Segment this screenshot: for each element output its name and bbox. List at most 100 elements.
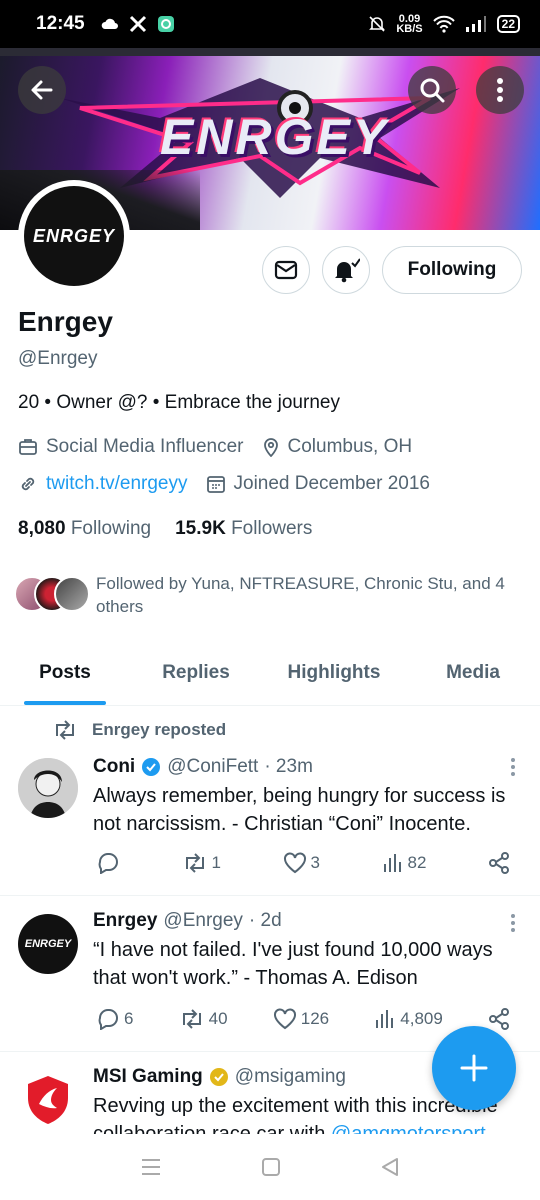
repost-indicator: Enrgey reposted	[52, 720, 226, 740]
share-button[interactable]	[488, 852, 510, 874]
msi-shield-logo-icon	[28, 1076, 68, 1124]
profile-bio: 20 • Owner @? • Embrace the journey	[18, 392, 340, 413]
calendar-icon	[206, 476, 225, 493]
share-button[interactable]	[488, 1008, 510, 1030]
wifi-icon	[432, 15, 455, 33]
post-author-handle: @ConiFett	[167, 756, 259, 777]
followed-by-text: Followed by Yuna, NFTREASURE, Chronic St…	[96, 574, 505, 616]
post-text: “I have not failed. I've just found 10,0…	[93, 939, 493, 989]
post-actions: 1 3 82	[96, 852, 510, 874]
back-nav-icon[interactable]	[380, 1157, 400, 1177]
back-button[interactable]	[18, 66, 66, 114]
follower-avatar	[54, 576, 90, 612]
followers-count-link[interactable]: 15.9K Followers	[175, 518, 312, 540]
verified-badge-icon	[142, 758, 161, 776]
share-icon	[488, 852, 509, 874]
bell-check-icon	[335, 258, 360, 283]
post-author-name[interactable]: Coni	[93, 756, 135, 778]
repost-button[interactable]: 40	[179, 1009, 228, 1029]
message-button[interactable]	[262, 246, 310, 294]
post-more-button[interactable]	[510, 914, 516, 932]
recent-apps-icon[interactable]	[140, 1158, 162, 1176]
tab-media[interactable]: Media	[406, 640, 540, 705]
link-icon	[21, 477, 35, 491]
post-author-name[interactable]: Enrgey	[93, 910, 157, 932]
search-button[interactable]	[408, 66, 456, 114]
banner-logo-text: ENRGEY	[160, 109, 390, 165]
followed-by-avatars	[14, 572, 90, 612]
system-navigation-bar	[0, 1134, 540, 1200]
more-vertical-icon	[497, 78, 503, 102]
post-time: · 2d	[248, 910, 282, 931]
post-header: Enrgey @Enrgey · 2d	[93, 910, 282, 932]
repost-icon	[56, 720, 74, 740]
followed-by-row[interactable]: Followed by Yuna, NFTREASURE, Chronic St…	[14, 572, 524, 618]
like-count: 126	[300, 1009, 330, 1028]
cloud-icon	[101, 18, 118, 29]
profile-meta-row-1: Social Media Influencer Columbus, OH	[18, 436, 412, 458]
post-time: · 23m	[264, 756, 313, 777]
signal-icon	[465, 16, 486, 32]
profile-tabs: Posts Replies Highlights Media	[0, 640, 540, 706]
reply-count: 6	[124, 1009, 134, 1028]
view-count: 4,809	[400, 1009, 443, 1028]
reply-button[interactable]	[96, 852, 120, 874]
status-bar: 12:45 0.09 KB/S 22	[0, 0, 540, 48]
more-options-button[interactable]	[476, 66, 524, 114]
gold-verified-badge-icon	[209, 1068, 228, 1086]
network-speed: 0.09 KB/S	[396, 13, 423, 35]
post-header: Coni @ConiFett · 23m	[93, 756, 313, 778]
search-icon	[420, 78, 445, 103]
post-author-handle: @msigaming	[234, 1066, 346, 1087]
repost-button[interactable]: 1	[182, 853, 221, 873]
views-button[interactable]: 82	[382, 852, 427, 874]
x-logo-icon	[129, 15, 146, 33]
profile-location: Columbus, OH	[287, 436, 413, 457]
reply-icon	[98, 853, 118, 874]
post-more-button[interactable]	[510, 758, 516, 776]
post-author-avatar[interactable]: ENRGEY	[18, 914, 78, 974]
profile-avatar[interactable]: ENRGEY	[18, 180, 130, 292]
following-button[interactable]: Following	[382, 246, 522, 294]
profile-joined-date: Joined December 2016	[233, 473, 430, 494]
notifications-button[interactable]	[322, 246, 370, 294]
repost-icon	[182, 1009, 201, 1029]
post-item[interactable]: Enrgey reposted Coni @ConiFett · 23m Alw…	[0, 706, 540, 896]
post-author-handle: @Enrgey	[163, 910, 243, 931]
compose-post-button[interactable]	[432, 1026, 516, 1110]
mention-link[interactable]: @amgmotorsport	[331, 1123, 486, 1134]
repost-count: 1	[211, 853, 221, 872]
mute-bell-icon	[369, 16, 386, 32]
profile-name: Enrgey	[18, 306, 113, 337]
tab-replies[interactable]: Replies	[130, 640, 262, 705]
tab-posts[interactable]: Posts	[0, 640, 130, 705]
like-button[interactable]: 3	[283, 852, 320, 874]
profile-meta-row-2: twitch.tv/enrgeyy Joined December 2016	[18, 473, 430, 495]
like-button[interactable]: 126	[273, 1008, 329, 1030]
arrow-left-icon	[31, 80, 53, 100]
home-icon[interactable]	[261, 1157, 281, 1177]
follow-counts: 8,080 Following 15.9K Followers	[18, 518, 312, 540]
post-actions: 6 40 126 4,809	[96, 1008, 510, 1030]
battery-indicator: 22	[496, 15, 520, 33]
heart-icon	[283, 852, 306, 874]
share-icon	[489, 1008, 509, 1030]
app-notification-icon	[157, 16, 174, 32]
status-time: 12:45	[36, 13, 85, 34]
reply-icon	[98, 1009, 118, 1030]
plus-icon	[460, 1054, 488, 1082]
post-author-avatar[interactable]	[18, 758, 78, 818]
profile-handle: @Enrgey	[18, 348, 98, 369]
views-button[interactable]: 4,809	[374, 1008, 443, 1030]
banner-strip	[0, 48, 540, 56]
like-count: 3	[310, 853, 320, 872]
profile-website-link[interactable]: twitch.tv/enrgeyy	[46, 473, 188, 495]
post-author-name[interactable]: MSI Gaming	[93, 1066, 203, 1088]
views-chart-icon	[376, 1010, 394, 1028]
location-pin-icon	[263, 438, 278, 457]
tab-highlights[interactable]: Highlights	[262, 640, 406, 705]
post-author-avatar[interactable]	[18, 1070, 78, 1130]
view-count: 82	[407, 853, 427, 872]
following-count-link[interactable]: 8,080 Following	[18, 518, 151, 540]
reply-button[interactable]: 6	[96, 1008, 133, 1030]
